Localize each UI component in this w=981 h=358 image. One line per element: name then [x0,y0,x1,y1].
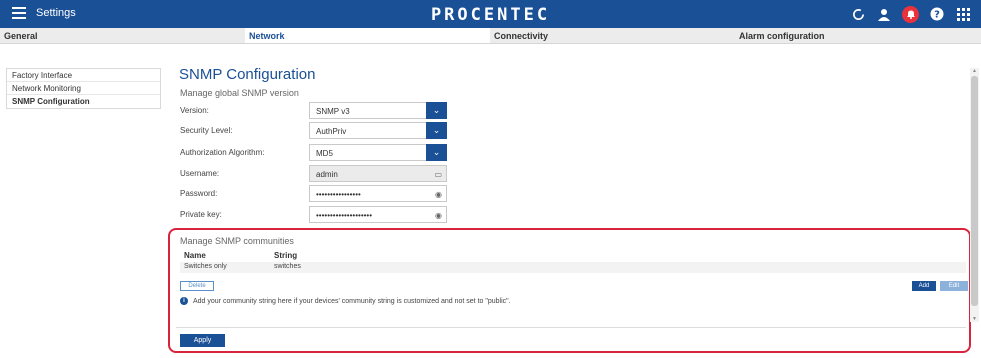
side-menu: Factory Interface Network Monitoring SNM… [6,68,161,109]
communities-table-header: Name String [180,250,966,261]
community-info-text: Add your community string here if your d… [193,297,511,305]
help-icon[interactable]: ? [929,6,945,22]
auth-algorithm-value: MD5 [316,149,333,158]
alarm-bell-icon[interactable] [902,5,919,23]
auth-algorithm-select[interactable]: MD5 ⌄ [309,144,447,161]
private-key-value: •••••••••••••••••••• [316,211,373,220]
side-menu-item-factory-interface[interactable]: Factory Interface [7,69,160,82]
auth-algorithm-label: Authorization Algorithm: [180,148,265,157]
info-icon: i [180,297,188,305]
scrollbar-thumb[interactable] [971,76,978,306]
apps-grid-icon[interactable] [955,6,971,22]
version-label: Version: [180,106,209,115]
tab-alarm-configuration[interactable]: Alarm configuration [735,28,980,43]
top-bar: Settings PROCENTEC ? [0,0,981,28]
tab-general[interactable]: General [0,28,245,43]
chevron-down-icon[interactable]: ⌄ [426,122,447,139]
id-card-icon: ▭ [434,170,442,179]
private-key-row: Private key: •••••••••••••••••••• ◉ [180,206,450,223]
version-row: Version: SNMP v3 ⌄ [180,102,450,119]
password-row: Password: •••••••••••••••• ◉ [180,185,450,202]
side-menu-item-snmp-configuration[interactable]: SNMP Configuration [7,95,160,108]
private-key-label: Private key: [180,210,222,219]
tab-network[interactable]: Network [245,28,490,43]
communities-title: Manage SNMP communities [180,236,294,246]
security-level-value: AuthPriv [316,127,347,136]
column-header-name: Name [184,251,206,260]
community-info-note: i Add your community string here if your… [180,297,511,305]
username-label: Username: [180,169,220,178]
username-value: admin [316,170,338,179]
scroll-up-arrow-icon[interactable]: ▲ [971,68,978,74]
page-title: SNMP Configuration [179,66,316,83]
user-icon[interactable] [876,6,892,22]
divider [176,327,966,328]
eye-icon[interactable]: ◉ [435,190,442,199]
community-name-cell: Switches only [184,263,227,270]
auth-algorithm-row: Authorization Algorithm: MD5 ⌄ [180,144,450,161]
password-label: Password: [180,189,218,198]
side-menu-item-network-monitoring[interactable]: Network Monitoring [7,82,160,95]
brand-logo: PROCENTEC [430,5,551,25]
settings-tabs: General Network Connectivity Alarm confi… [0,28,981,44]
scroll-down-arrow-icon[interactable]: ▼ [971,316,978,322]
delete-button[interactable]: Delete [180,281,214,291]
community-string-cell: switches [274,263,301,270]
tab-connectivity[interactable]: Connectivity [490,28,735,43]
security-level-label: Security Level: [180,126,233,135]
top-bar-icons: ? [850,5,971,23]
chevron-down-icon[interactable]: ⌄ [426,144,447,161]
version-value: SNMP v3 [316,107,350,116]
edit-button[interactable]: Edit [940,281,968,291]
svg-text:?: ? [934,10,940,21]
private-key-field[interactable]: •••••••••••••••••••• ◉ [309,206,447,223]
add-button[interactable]: Add [912,281,936,291]
snmp-communities-highlight [168,228,971,353]
apply-button[interactable]: Apply [180,334,225,347]
page-subtitle: Manage global SNMP version [180,88,299,98]
eye-icon[interactable]: ◉ [435,211,442,220]
chevron-down-icon[interactable]: ⌄ [426,102,447,119]
password-field[interactable]: •••••••••••••••• ◉ [309,185,447,202]
refresh-icon[interactable] [850,6,866,22]
column-header-string: String [274,251,298,260]
username-field[interactable]: admin ▭ [309,165,447,182]
table-row[interactable]: Switches only switches [180,262,966,273]
vertical-scrollbar[interactable]: ▲ ▼ [970,68,979,322]
version-select[interactable]: SNMP v3 ⌄ [309,102,447,119]
security-level-select[interactable]: AuthPriv ⌄ [309,122,447,139]
security-level-row: Security Level: AuthPriv ⌄ [180,122,450,139]
password-value: •••••••••••••••• [316,190,361,199]
username-row: Username: admin ▭ [180,165,450,182]
